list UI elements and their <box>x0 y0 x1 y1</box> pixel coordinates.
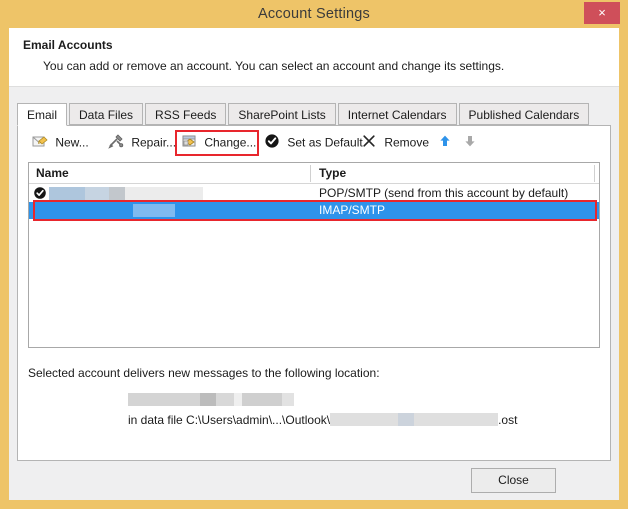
dialog-body: Email Accounts You can add or remove an … <box>9 28 619 500</box>
tab-rss-feeds[interactable]: RSS Feeds <box>145 103 227 125</box>
account-settings-window: Account Settings × Email Accounts You ca… <box>0 0 628 509</box>
repair-button[interactable]: Repair... <box>108 132 176 153</box>
account-type: POP/SMTP (send from this account by defa… <box>319 186 569 200</box>
wrench-hammer-icon <box>108 133 124 149</box>
redacted-data-file-name <box>330 413 399 426</box>
window-frame-left <box>0 28 9 509</box>
new-button-label: New... <box>55 135 89 150</box>
new-button[interactable]: New... <box>32 132 89 153</box>
redacted-account-name <box>49 187 85 200</box>
account-type: IMAP/SMTP <box>319 203 386 217</box>
new-mail-icon <box>32 133 48 149</box>
tab-sharepoint-lists[interactable]: SharePoint Lists <box>228 103 336 125</box>
change-button-label: Change... <box>204 135 257 150</box>
redacted-account-name <box>133 204 175 217</box>
checkmark-circle-icon <box>264 133 280 149</box>
redacted-account-name <box>85 187 109 200</box>
delivery-location-label: Selected account delivers new messages t… <box>28 366 380 380</box>
arrow-down-icon <box>462 133 478 149</box>
table-row[interactable]: IMAP/SMTP <box>29 202 599 219</box>
change-button[interactable]: Change... <box>181 132 256 153</box>
change-account-icon <box>181 133 197 149</box>
banner: Email Accounts You can add or remove an … <box>9 28 619 87</box>
delivery-data-file: in data file C:\Users\admin\...\Outlook\… <box>128 413 517 427</box>
window-frame-right <box>619 28 628 509</box>
remove-button-label: Remove <box>384 135 430 150</box>
repair-button-label: Repair... <box>131 135 177 150</box>
column-header-name[interactable]: Name <box>36 163 69 183</box>
redacted-data-file-name <box>414 413 499 426</box>
tab-strip: Email Data Files RSS Feeds SharePoint Li… <box>17 103 611 147</box>
redacted-account-name <box>51 204 133 217</box>
redacted-data-file-name <box>398 413 415 426</box>
default-account-checkmark-icon <box>33 186 47 200</box>
page-title: Email Accounts <box>23 38 113 52</box>
data-file-prefix: in data file C:\Users\admin\...\Outlook\ <box>128 413 331 427</box>
list-header: Name Type <box>29 163 599 184</box>
column-divider-2[interactable] <box>594 165 595 182</box>
window-frame-bottom <box>0 500 628 509</box>
redacted-delivery-account <box>128 391 294 406</box>
x-cross-icon <box>361 133 377 149</box>
set-as-default-button[interactable]: Set as Default <box>264 132 363 153</box>
tab-internet-calendars[interactable]: Internet Calendars <box>337 103 457 125</box>
accounts-list[interactable]: Name Type POP/SMTP (send from this accou… <box>28 162 600 348</box>
move-up-button[interactable] <box>437 132 457 153</box>
column-divider-1[interactable] <box>310 165 311 182</box>
tab-email[interactable]: Email <box>17 103 68 126</box>
table-row[interactable]: POP/SMTP (send from this account by defa… <box>29 185 599 202</box>
window-title: Account Settings <box>257 6 370 22</box>
redacted-account-name <box>175 204 235 217</box>
title-bar: Account Settings × <box>0 0 628 28</box>
move-down-button[interactable] <box>462 132 482 153</box>
tab-data-files[interactable]: Data Files <box>69 103 144 125</box>
tab-panel-email: New... Repair... Change... Set as Defaul… <box>17 125 611 461</box>
close-icon[interactable]: × <box>584 2 620 24</box>
tab-published-calendars[interactable]: Published Calendars <box>458 103 590 125</box>
arrow-up-icon <box>437 133 453 149</box>
column-header-type[interactable]: Type <box>319 163 346 183</box>
close-button[interactable]: Close <box>471 468 556 493</box>
set-as-default-label: Set as Default <box>287 135 363 150</box>
accounts-toolbar: New... Repair... Change... Set as Defaul… <box>18 126 610 159</box>
redacted-account-name <box>125 187 203 200</box>
remove-button[interactable]: Remove <box>361 132 429 153</box>
page-subtitle: You can add or remove an account. You ca… <box>43 59 505 73</box>
redacted-account-name <box>109 187 125 200</box>
data-file-suffix: .ost <box>498 413 518 427</box>
